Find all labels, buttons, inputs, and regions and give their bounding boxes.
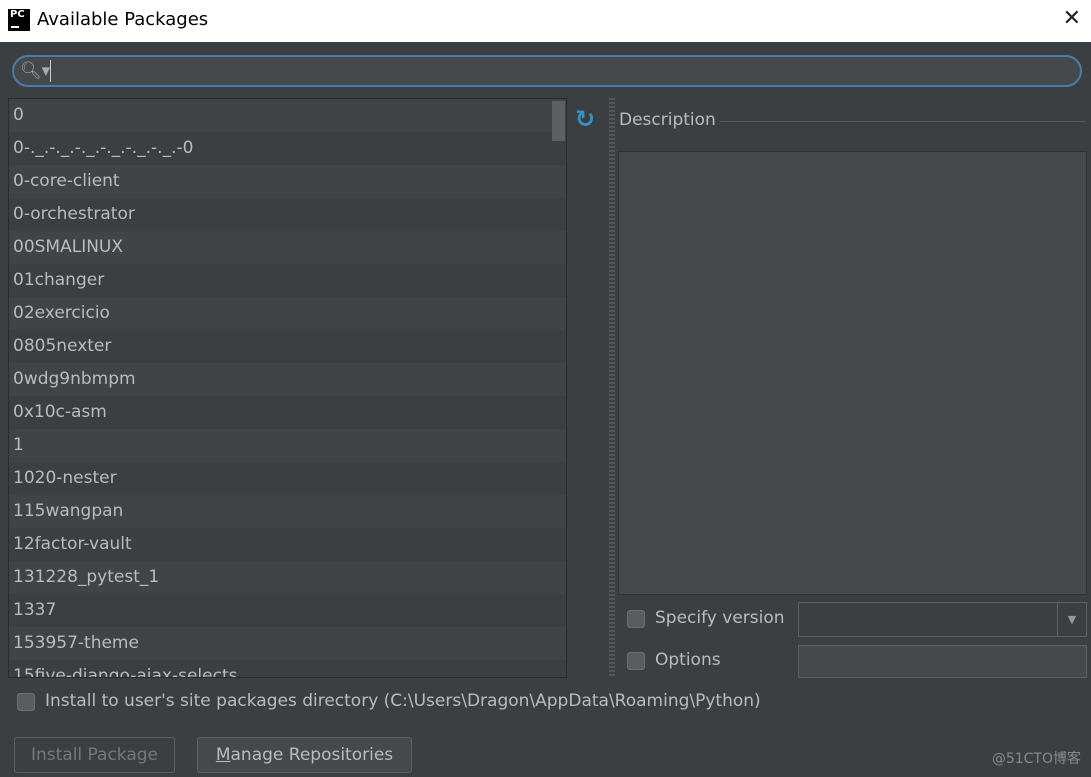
scrollbar-thumb[interactable] xyxy=(552,101,565,141)
install-user-checkbox[interactable] xyxy=(17,693,35,711)
list-item[interactable]: 0x10c-asm xyxy=(9,396,566,429)
list-item[interactable]: 0wdg9nbmpm xyxy=(9,363,566,396)
list-item[interactable]: 0 xyxy=(9,99,566,132)
list-item[interactable]: 153957-theme xyxy=(9,627,566,660)
options-input[interactable] xyxy=(798,645,1087,678)
window-title: Available Packages xyxy=(37,9,209,30)
list-item[interactable]: 1337 xyxy=(9,594,566,627)
list-item[interactable]: 1 xyxy=(9,429,566,462)
specify-version-checkbox[interactable] xyxy=(627,610,645,628)
close-icon[interactable]: ✕ xyxy=(1063,6,1081,31)
list-item[interactable]: 1020-nester xyxy=(9,462,566,495)
install-package-button[interactable]: Install Package xyxy=(14,737,175,773)
mnemonic: M xyxy=(215,745,231,765)
search-box[interactable]: 🔍︎▾ xyxy=(12,55,1082,87)
list-item[interactable]: 131228_pytest_1 xyxy=(9,561,566,594)
refresh-icon[interactable]: ↻ xyxy=(575,105,595,133)
description-panel xyxy=(618,151,1087,595)
pycharm-logo-icon: PC xyxy=(8,9,30,31)
manage-repositories-button[interactable]: Manage Repositories xyxy=(197,737,412,773)
list-item[interactable]: 15five-django-ajax-selects xyxy=(9,660,566,677)
watermark: @51CTO博客 xyxy=(991,751,1081,767)
list-item[interactable]: 115wangpan xyxy=(9,495,566,528)
list-item[interactable]: 0805nexter xyxy=(9,330,566,363)
chevron-down-icon[interactable]: ▼ xyxy=(1057,603,1086,636)
divider xyxy=(720,121,1085,122)
splitter-handle[interactable] xyxy=(609,98,615,678)
search-icon[interactable]: 🔍︎▾ xyxy=(20,61,50,81)
version-dropdown[interactable]: ▼ xyxy=(798,602,1087,637)
list-item[interactable]: 01changer xyxy=(9,264,566,297)
options-label: Options xyxy=(655,650,721,670)
title-bar: PC Available Packages ✕ xyxy=(0,0,1091,42)
button-label: anage Repositories xyxy=(230,745,394,765)
list-item[interactable]: 12factor-vault xyxy=(9,528,566,561)
list-item[interactable]: 0-core-client xyxy=(9,165,566,198)
list-item[interactable]: 00SMALINUX xyxy=(9,231,566,264)
options-checkbox[interactable] xyxy=(627,652,645,670)
list-item[interactable]: 0-._.-._.-._.-._.-._.-._.-0 xyxy=(9,132,566,165)
list-item[interactable]: 0-orchestrator xyxy=(9,198,566,231)
search-input[interactable] xyxy=(50,60,1060,82)
install-user-label: Install to user's site packages director… xyxy=(45,691,761,711)
package-list[interactable]: 0 0-._.-._.-._.-._.-._.-._.-0 0-core-clien… xyxy=(8,98,567,678)
description-label: Description xyxy=(619,110,716,130)
list-item[interactable]: 02exercicio xyxy=(9,297,566,330)
specify-version-label: Specify version xyxy=(655,608,785,628)
